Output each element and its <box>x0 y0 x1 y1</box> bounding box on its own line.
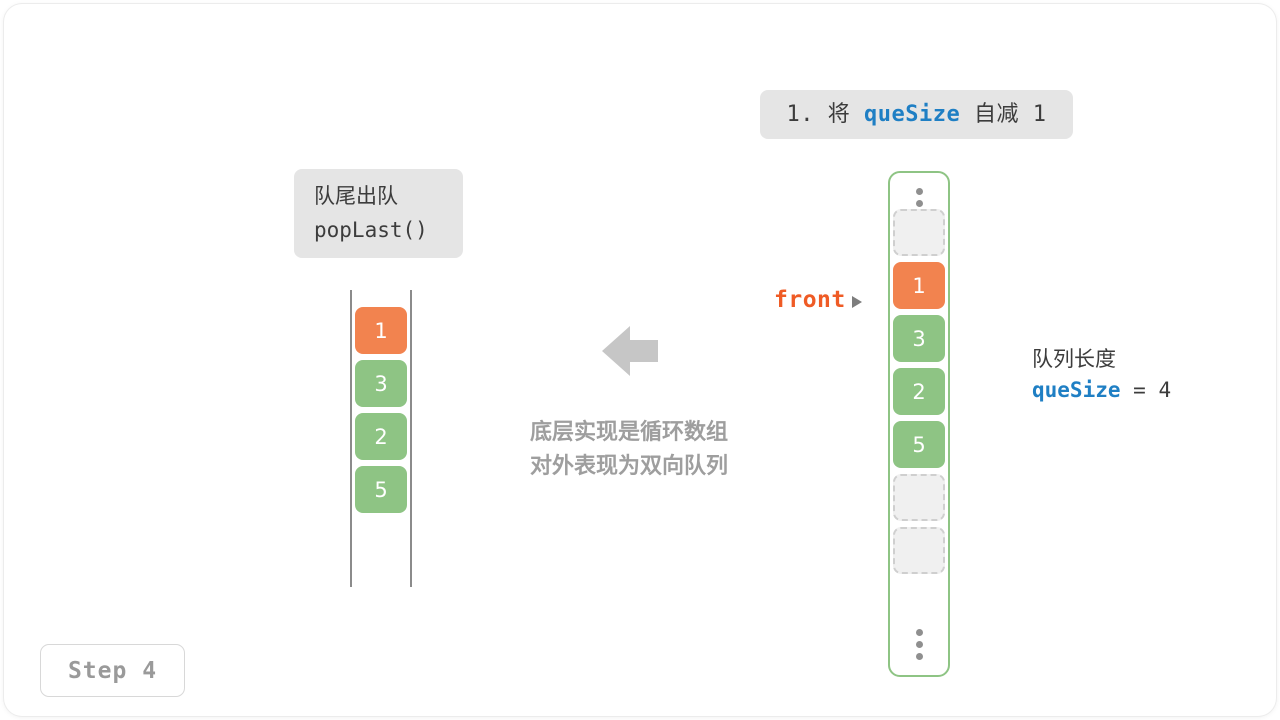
deque-cell: 2 <box>355 413 407 460</box>
step-instruction-text: 1. 将 queSize 自减 1 <box>787 99 1047 130</box>
step-instruction-suffix: 自减 1 <box>960 101 1047 127</box>
operation-label-title: 队尾出队 <box>314 183 398 208</box>
front-pointer-label: front <box>774 287 846 313</box>
step-instruction-keyword: queSize <box>864 101 961 127</box>
front-pointer: front <box>774 287 862 313</box>
deque-cell: 3 <box>355 360 407 407</box>
left-arrow-icon <box>602 326 658 376</box>
center-caption: 底层实现是循环数组 对外表现为双向队列 <box>504 416 754 484</box>
operation-label-method: popLast() <box>314 217 428 242</box>
queue-size-value-row: queSize = 4 <box>1032 374 1171 407</box>
array-cell: 2 <box>893 368 945 415</box>
array-cell-empty <box>893 209 945 256</box>
array-cell: 1 <box>893 262 945 309</box>
deque-rail-right <box>410 290 412 587</box>
array-cell-empty <box>893 474 945 521</box>
step-badge: Step 4 <box>40 644 185 697</box>
queue-size-keyword: queSize <box>1032 378 1121 403</box>
step-badge-label: Step 4 <box>67 657 158 684</box>
operation-label-box: 队尾出队 popLast() <box>294 169 463 258</box>
step-instruction-box: 1. 将 queSize 自减 1 <box>760 90 1073 139</box>
center-caption-line-2: 对外表现为双向队列 <box>529 454 728 480</box>
page-card: 1. 将 queSize 自减 1 队尾出队 popLast() 1 3 2 5… <box>4 4 1276 716</box>
center-caption-line-1: 底层实现是循环数组 <box>529 420 728 445</box>
queue-size-equals: = 4 <box>1120 378 1172 403</box>
array-cell: 5 <box>893 421 945 468</box>
deque-rail-left <box>350 290 352 587</box>
array-cell-empty <box>893 527 945 574</box>
circular-array-view: 1 3 2 5 <box>888 171 950 677</box>
queue-size-title: 队列长度 <box>1032 347 1116 371</box>
circular-array-cell-stack: 1 3 2 5 <box>893 209 945 580</box>
deque-cell: 5 <box>355 466 407 513</box>
queue-size-annotation: 队列长度 queSize = 4 <box>1032 344 1171 407</box>
diagram-canvas: 1. 将 queSize 自减 1 队尾出队 popLast() 1 3 2 5… <box>0 0 1280 720</box>
deque-linear-view: 1 3 2 5 <box>350 290 412 587</box>
array-cell: 3 <box>893 315 945 362</box>
front-pointer-arrow-icon <box>851 295 862 308</box>
deque-cell: 1 <box>355 307 407 354</box>
ellipsis-bottom-icon <box>890 629 948 660</box>
step-instruction-prefix: 1. 将 <box>786 101 864 127</box>
deque-cell-stack: 1 3 2 5 <box>355 307 407 519</box>
